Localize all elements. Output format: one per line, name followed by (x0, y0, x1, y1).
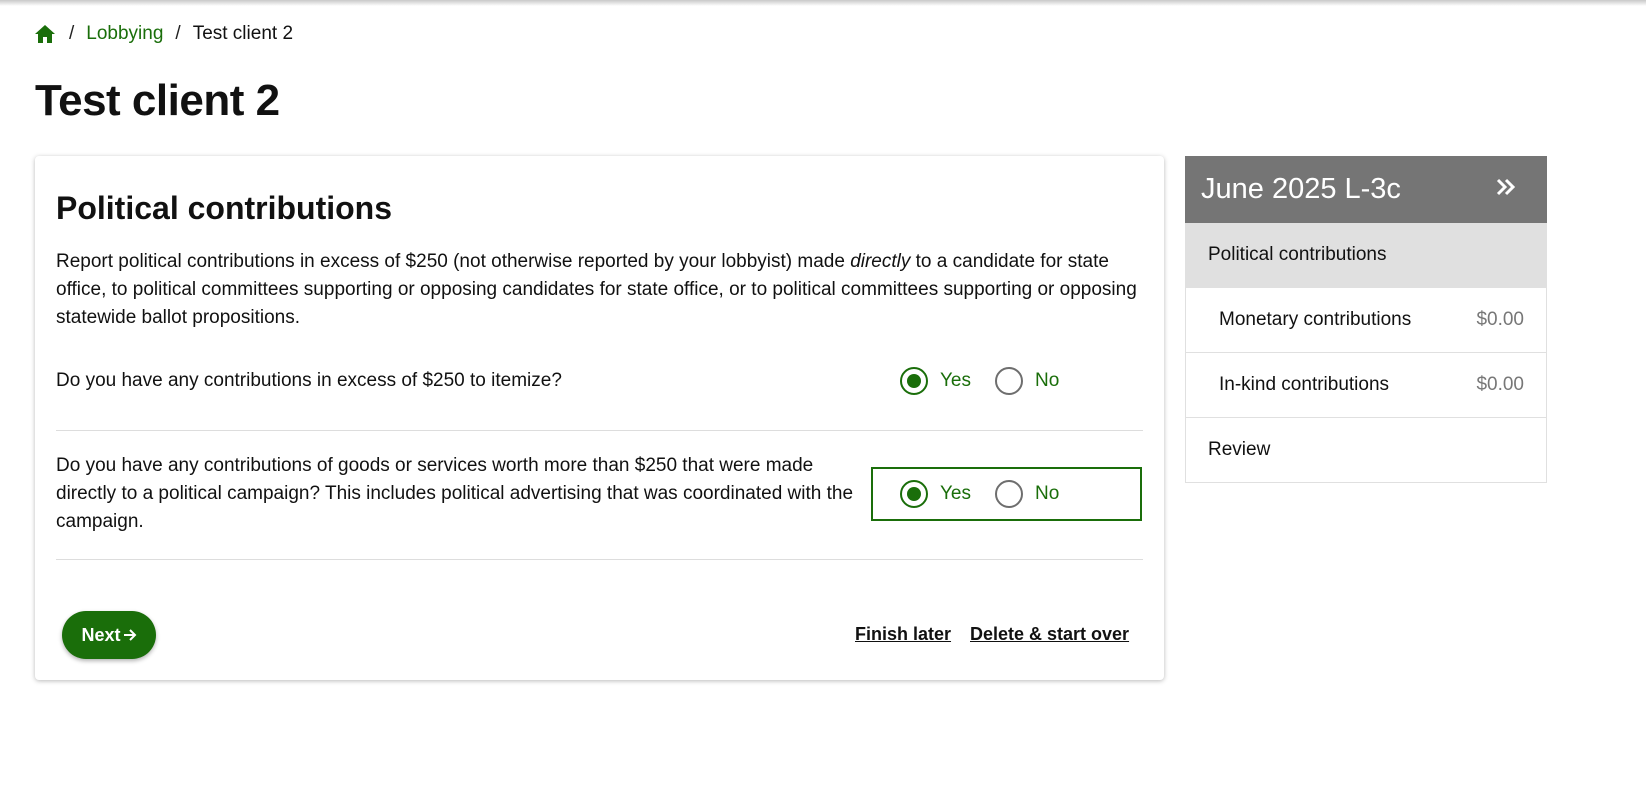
itemize-radio-group: Yes No (900, 364, 1059, 398)
in-kind-no-option[interactable]: No (995, 480, 1059, 508)
radio-unselected-icon[interactable] (995, 367, 1023, 395)
monetary-amount: $0.00 (1476, 309, 1524, 330)
intro-text: Report political contributions in excess… (56, 251, 1137, 328)
finish-later-link[interactable]: Finish later (855, 624, 951, 645)
in-kind-radio-group: Yes No (871, 467, 1142, 521)
question-itemize: Do you have any contributions in excess … (56, 370, 562, 391)
divider (56, 559, 1143, 560)
contributions-card: Political contributions Report political… (35, 156, 1164, 680)
radio-selected-icon[interactable] (900, 480, 928, 508)
divider (56, 430, 1143, 431)
question-in-kind: Do you have any contributions of goods o… (56, 455, 854, 532)
breadcrumb-current: Test client 2 (192, 23, 294, 44)
sidebar-title: June 2025 L-3c (1201, 173, 1401, 205)
delete-start-over-link[interactable]: Delete & start over (970, 624, 1129, 645)
in-kind-yes-option[interactable]: Yes (900, 480, 971, 508)
home-icon[interactable] (35, 23, 57, 45)
breadcrumb-link-lobbying[interactable]: Lobbying (86, 23, 163, 45)
breadcrumb-separator: / (175, 23, 181, 44)
sidebar-item-review[interactable]: Review (1185, 418, 1547, 483)
sidebar-item-in-kind-contributions[interactable]: In-kind contributions $0.00 (1185, 353, 1547, 418)
filing-sidebar: June 2025 L-3c Political contributions M… (1185, 156, 1547, 483)
arrow-right-icon (123, 629, 136, 641)
radio-unselected-icon[interactable] (995, 480, 1023, 508)
sidebar-item-political-contributions[interactable]: Political contributions (1185, 223, 1547, 288)
top-shadow (0, 0, 1646, 6)
itemize-no-option[interactable]: No (995, 367, 1059, 395)
radio-selected-icon[interactable] (900, 367, 928, 395)
sidebar-item-monetary-contributions[interactable]: Monetary contributions $0.00 (1185, 288, 1547, 353)
in-kind-amount: $0.00 (1476, 374, 1524, 395)
sidebar-header: June 2025 L-3c (1185, 156, 1547, 223)
next-button[interactable]: Next (62, 611, 156, 659)
breadcrumb-separator: / (69, 23, 75, 44)
double-chevron-right-icon[interactable] (1495, 177, 1517, 202)
breadcrumb: / Lobbying / Test client 2 (35, 22, 293, 46)
page-title: Test client 2 (35, 76, 280, 125)
itemize-yes-option[interactable]: Yes (900, 367, 971, 395)
section-heading: Political contributions (56, 190, 393, 226)
